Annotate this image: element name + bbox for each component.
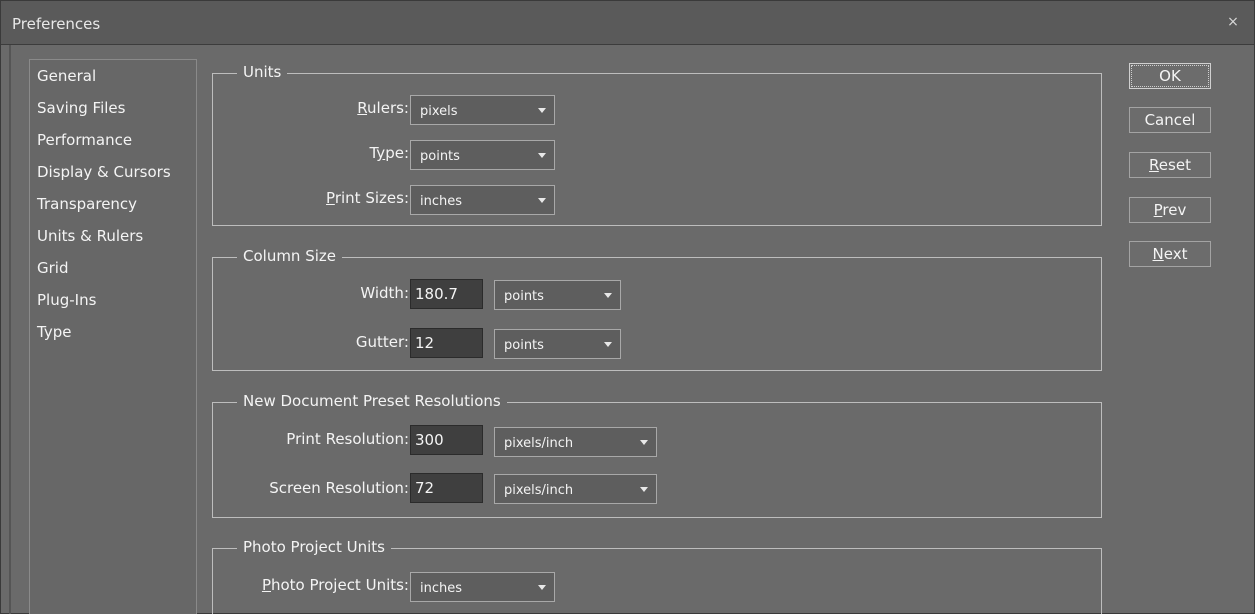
- reset-button[interactable]: Reset: [1129, 152, 1211, 178]
- sidebar-item-display-cursors[interactable]: Display & Cursors: [37, 163, 171, 181]
- width-unit-dropdown[interactable]: points: [494, 280, 621, 310]
- chevron-down-icon: [640, 487, 648, 492]
- gutter-input[interactable]: 12: [410, 328, 483, 358]
- window-frame-left: [9, 45, 11, 614]
- print-resolution-input[interactable]: 300: [410, 425, 483, 455]
- print-resolution-label: Print Resolution:: [286, 430, 409, 448]
- sidebar-item-grid[interactable]: Grid: [37, 259, 68, 277]
- print-sizes-dropdown[interactable]: inches: [410, 185, 555, 215]
- photo-project-group-title: Photo Project Units: [237, 538, 391, 556]
- rulers-dropdown[interactable]: pixels: [410, 95, 555, 125]
- screen-resolution-unit-value: pixels/inch: [504, 483, 574, 498]
- screen-resolution-input[interactable]: 72: [410, 473, 483, 503]
- print-resolution-unit-value: pixels/inch: [504, 436, 574, 451]
- chevron-down-icon: [538, 585, 546, 590]
- sidebar-item-saving-files[interactable]: Saving Files: [37, 99, 125, 117]
- sidebar-item-units-rulers[interactable]: Units & Rulers: [37, 227, 143, 245]
- sidebar-item-type[interactable]: Type: [37, 323, 71, 341]
- prev-button[interactable]: Prev: [1129, 197, 1211, 223]
- width-label: Width:: [360, 284, 409, 302]
- print-resolution-unit-dropdown[interactable]: pixels/inch: [494, 427, 657, 457]
- photo-project-units-group: Photo Project Units Photo Project Units:…: [212, 538, 1102, 614]
- column-size-group-title: Column Size: [237, 247, 343, 265]
- type-label: Type:: [369, 144, 409, 162]
- type-dropdown[interactable]: points: [410, 140, 555, 170]
- print-sizes-label: Print Sizes:: [326, 189, 409, 207]
- close-icon[interactable]: ×: [1224, 13, 1242, 31]
- preferences-category-list: General Saving Files Performance Display…: [29, 59, 197, 614]
- new-document-resolutions-group: New Document Preset Resolutions Print Re…: [212, 392, 1102, 518]
- ok-button[interactable]: OK: [1129, 63, 1211, 89]
- photo-project-units-value: inches: [420, 581, 463, 596]
- gutter-unit-dropdown[interactable]: points: [494, 329, 621, 359]
- sidebar-item-transparency[interactable]: Transparency: [37, 195, 137, 213]
- rulers-value: pixels: [420, 104, 458, 119]
- chevron-down-icon: [538, 108, 546, 113]
- width-input[interactable]: 180.7: [410, 279, 483, 309]
- preferences-dialog: Preferences × General Saving Files Perfo…: [0, 0, 1255, 614]
- cancel-button[interactable]: Cancel: [1129, 107, 1211, 133]
- new-document-group-title: New Document Preset Resolutions: [237, 392, 507, 410]
- sidebar-item-performance[interactable]: Performance: [37, 131, 132, 149]
- print-sizes-value: inches: [420, 194, 463, 209]
- window-title: Preferences: [12, 15, 101, 33]
- units-group: Units Rulers: pixels Type: points Print …: [212, 63, 1102, 226]
- chevron-down-icon: [604, 342, 612, 347]
- chevron-down-icon: [640, 440, 648, 445]
- column-size-group: Column Size Width: 180.7 points Gutter: …: [212, 247, 1102, 371]
- sidebar-item-general[interactable]: General: [37, 67, 96, 85]
- width-unit-value: points: [504, 289, 544, 304]
- photo-project-units-dropdown[interactable]: inches: [410, 572, 555, 602]
- rulers-label: Rulers:: [357, 99, 409, 117]
- chevron-down-icon: [538, 153, 546, 158]
- chevron-down-icon: [604, 293, 612, 298]
- gutter-unit-value: points: [504, 338, 544, 353]
- screen-resolution-label: Screen Resolution:: [269, 479, 409, 497]
- photo-project-units-label: Photo Project Units:: [261, 576, 409, 594]
- screen-resolution-unit-dropdown[interactable]: pixels/inch: [494, 474, 657, 504]
- type-value: points: [420, 149, 460, 164]
- gutter-label: Gutter:: [355, 333, 409, 351]
- title-bar[interactable]: Preferences ×: [1, 1, 1254, 45]
- next-button[interactable]: Next: [1129, 241, 1211, 267]
- sidebar-item-plug-ins[interactable]: Plug-Ins: [37, 291, 96, 309]
- chevron-down-icon: [538, 198, 546, 203]
- units-group-title: Units: [237, 63, 288, 81]
